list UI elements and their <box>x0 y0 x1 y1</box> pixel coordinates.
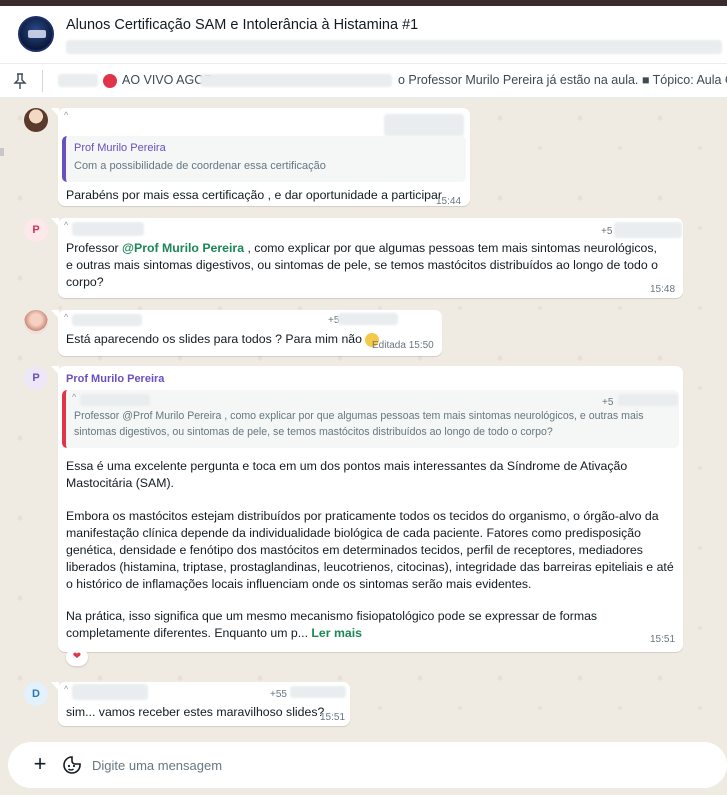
sender-marker: ^ <box>64 684 69 694</box>
sender-name[interactable]: Prof Murilo Pereira <box>66 373 164 385</box>
redacted-quoted-phone <box>618 394 678 406</box>
sender-phone: +5 <box>601 226 613 237</box>
redacted-sender <box>72 222 144 236</box>
quoted-text: Professor @Prof Murilo Pereira , como ex… <box>74 410 644 438</box>
edited-time: Editada 15:50 <box>372 340 434 351</box>
pinned-text: o Professor Murilo Pereira já estão na a… <box>398 73 727 87</box>
quoted-phone: +5 <box>602 397 614 408</box>
message-time: 15:44 <box>436 196 462 207</box>
message-bubble[interactable]: ^ +5 Professor @Prof Murilo Pereira , co… <box>51 218 683 298</box>
avatar[interactable] <box>24 310 48 334</box>
avatar[interactable]: P <box>24 366 48 390</box>
heart-reaction-icon[interactable]: ❤ <box>66 648 88 666</box>
message-text-start: Professor <box>66 241 123 255</box>
redacted-phone <box>614 222 682 238</box>
group-avatar[interactable] <box>18 16 54 52</box>
quoted-text: Com a possibilidade de coordenar essa ce… <box>74 160 326 172</box>
avatar[interactable]: P <box>24 218 48 242</box>
group-title[interactable]: Alunos Certificação SAM e Intolerância à… <box>66 17 418 33</box>
message-bubble[interactable]: ^ Prof Murilo Pereira Com a possibilidad… <box>51 108 470 207</box>
quoted-message[interactable]: Prof Murilo Pereira Com a possibilidade … <box>62 136 466 182</box>
sender-phone: +55 <box>270 689 287 700</box>
redacted-pinned-sender <box>58 74 98 87</box>
scrollbar-marker[interactable] <box>0 148 4 156</box>
avatar[interactable]: D <box>24 682 48 706</box>
message-text: Está aparecendo os slides para todos ? P… <box>66 331 380 348</box>
mention-link[interactable]: @Prof Murilo Pereira <box>122 241 244 255</box>
redacted-phone <box>338 313 398 325</box>
message-bubble[interactable]: ^ +5 Está aparecendo os slides para todo… <box>51 310 442 356</box>
quoted-sender-name: Prof Murilo Pereira <box>74 142 166 154</box>
avatar[interactable] <box>24 108 48 132</box>
quoted-sender-marker: ^ <box>72 392 77 402</box>
redacted-pinned-middle <box>200 74 392 87</box>
message-time: 15:51 <box>320 712 346 723</box>
sender-marker: ^ <box>64 220 69 230</box>
quoted-message[interactable]: ^ +5 Professor @Prof Murilo Pereira , co… <box>62 390 679 448</box>
redacted-sender <box>72 684 148 700</box>
pin-divider <box>42 70 43 92</box>
message-time: 15:48 <box>650 284 676 295</box>
pin-icon[interactable] <box>12 72 28 90</box>
message-input[interactable] <box>92 750 692 780</box>
redacted-phone <box>290 686 346 698</box>
pinned-message-bar[interactable]: AO VIVO AGOR o Professor Murilo Pereira … <box>0 64 727 98</box>
message-bubble[interactable]: Prof Murilo Pereira ^ +5 Professor @Prof… <box>51 366 683 652</box>
sticker-icon[interactable] <box>62 755 82 775</box>
redacted-sender <box>384 114 464 136</box>
chat-header[interactable]: Alunos Certificação SAM e Intolerância à… <box>0 6 727 64</box>
message-text-body: Está aparecendo os slides para todos ? P… <box>66 332 362 346</box>
sender-marker: ^ <box>64 110 69 120</box>
message-text: Professor @Prof Murilo Pereira , como ex… <box>66 240 666 291</box>
message-paragraph: Essa é uma excelente pergunta e toca em … <box>66 459 628 490</box>
read-more-link[interactable]: Ler mais <box>311 626 362 640</box>
message-time: 15:51 <box>650 634 676 645</box>
plus-icon[interactable]: + <box>30 753 50 775</box>
sender-marker: ^ <box>64 312 69 322</box>
message-text: sim... vamos receber estes maravilhoso s… <box>66 705 325 719</box>
message-composer[interactable]: + <box>8 742 727 788</box>
live-red-dot-icon <box>103 74 117 88</box>
message-bubble[interactable]: ^ +55 sim... vamos receber estes maravil… <box>51 682 350 726</box>
redacted-sender <box>72 314 142 326</box>
chat-area[interactable]: ^ Prof Murilo Pereira Com a possibilidad… <box>0 98 727 738</box>
message-paragraph: Embora os mastócitos estejam distribuído… <box>66 509 674 591</box>
redacted-participants <box>66 40 722 54</box>
redacted-quoted-sender <box>80 394 150 406</box>
composer-area: + <box>0 738 727 795</box>
message-paragraph: Na prática, isso significa que um mesmo … <box>66 608 678 642</box>
message-text: Parabéns por mais essa certificação , e … <box>66 188 442 202</box>
